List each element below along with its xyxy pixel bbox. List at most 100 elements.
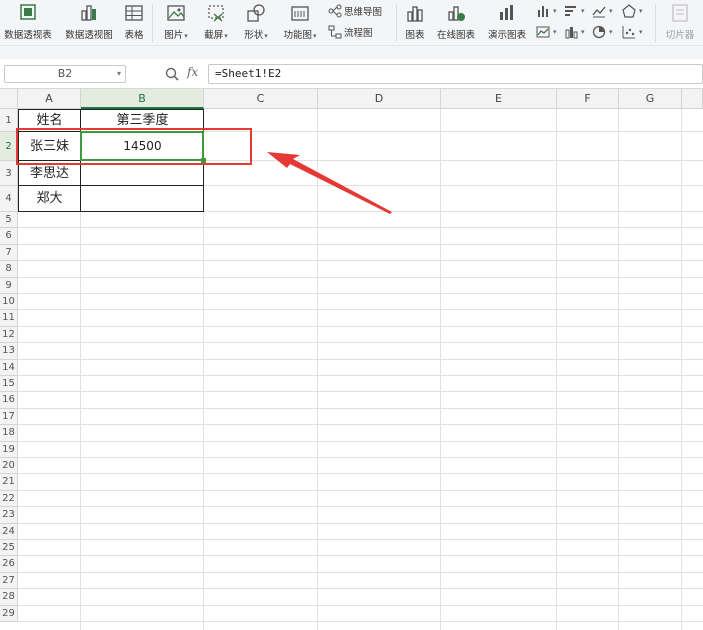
row-header-6[interactable]: 6 <box>0 228 18 245</box>
area-chart-icon <box>536 26 550 38</box>
row-header-5[interactable]: 5 <box>0 212 18 229</box>
row-header-20[interactable]: 20 <box>0 458 18 475</box>
function-chart-button[interactable]: 功能图▾ <box>278 0 322 46</box>
row-header-25[interactable]: 25 <box>0 540 18 557</box>
row-gridline <box>18 227 703 229</box>
scatter-chart-dropdown[interactable]: ▾ <box>622 23 643 41</box>
row-header-17[interactable]: 17 <box>0 408 18 426</box>
row-gridline <box>18 342 703 344</box>
row-gridline <box>18 506 703 508</box>
row-header-26[interactable]: 26 <box>0 556 18 573</box>
row-header-16[interactable]: 16 <box>0 392 18 409</box>
slicer-button[interactable]: 切片器 <box>660 0 700 46</box>
row-gridline <box>18 309 703 311</box>
row-header-27[interactable]: 27 <box>0 572 18 590</box>
column-header-e[interactable]: E <box>441 89 557 109</box>
shapes-button[interactable]: 形状▾ <box>238 0 274 46</box>
ribbon-spacer <box>0 46 703 59</box>
mind-map-button[interactable]: 思维导图 <box>328 2 382 20</box>
row-gridline <box>18 424 703 426</box>
pivot-table-button[interactable]: 数据透视表 <box>0 0 56 46</box>
pie-chart-dropdown[interactable]: ▾ <box>592 23 613 41</box>
function-chart-icon <box>291 6 309 21</box>
chevron-down-icon[interactable]: ▾ <box>117 66 121 82</box>
row-gridline <box>18 539 703 540</box>
row-header-15[interactable]: 15 <box>0 376 18 393</box>
column-header-a[interactable]: A <box>18 89 81 109</box>
column-gridline <box>681 109 682 630</box>
online-chart-icon <box>448 6 465 21</box>
name-box[interactable]: B2 ▾ <box>4 65 126 83</box>
row-header-21[interactable]: 21 <box>0 474 18 491</box>
online-chart-button[interactable]: 在线图表 <box>432 0 480 46</box>
bar-chart-icon <box>565 6 576 16</box>
fx-button[interactable]: fx <box>187 65 198 79</box>
row-header-12[interactable]: 12 <box>0 326 18 344</box>
row-gridline <box>18 260 703 262</box>
demo-chart-icon <box>500 5 513 20</box>
zoom-icon[interactable] <box>165 67 179 81</box>
row-gridline <box>18 621 703 622</box>
column-gridline <box>317 109 318 630</box>
row-gridline <box>18 440 703 442</box>
pivot-chart-button[interactable]: 数据透视图 <box>60 0 118 46</box>
column-header-b[interactable]: B <box>81 89 204 109</box>
row-gridline <box>18 555 703 557</box>
row-header-28[interactable]: 28 <box>0 589 18 606</box>
picture-icon <box>167 5 185 21</box>
row-gridline <box>18 407 703 409</box>
chart-button[interactable]: 图表 <box>400 0 430 46</box>
column-header-c[interactable]: C <box>204 89 318 109</box>
formula-bar: B2 ▾ fx =Sheet1!E2 <box>0 59 703 89</box>
pentagon-chart-icon <box>622 4 636 18</box>
column-chart-dropdown[interactable]: ▾ <box>536 2 557 20</box>
column-header-g[interactable]: G <box>619 89 682 109</box>
pivot-chart-icon <box>81 5 96 21</box>
column-header-f[interactable]: F <box>557 89 619 109</box>
row-header-9[interactable]: 9 <box>0 277 18 294</box>
line-chart-dropdown[interactable]: ▾ <box>592 2 613 20</box>
row-gridline <box>18 604 703 606</box>
demo-chart-button[interactable]: 演示图表 <box>484 0 530 46</box>
scatter-chart-icon <box>622 26 635 39</box>
row-header-18[interactable]: 18 <box>0 425 18 442</box>
row-header-19[interactable]: 19 <box>0 441 18 458</box>
cell-a4[interactable]: 郑大 <box>18 186 81 212</box>
stock-chart-dropdown[interactable]: ▾ <box>564 23 585 41</box>
bar-chart-dropdown[interactable]: ▾ <box>564 2 585 20</box>
area-chart-dropdown[interactable]: ▾ <box>536 23 557 41</box>
row-header-4[interactable]: 4 <box>0 186 18 212</box>
picture-button[interactable]: 图片▾ <box>158 0 194 46</box>
column-gridline <box>440 109 441 630</box>
row-header-13[interactable]: 13 <box>0 343 18 360</box>
row-gridline <box>18 571 703 573</box>
row-header-29[interactable]: 29 <box>0 605 18 622</box>
table-button[interactable]: 表格 <box>120 0 148 46</box>
ribbon-toolbar: 数据透视表 数据透视图 表格 图片▾ 截屏▾ 形状▾ 功能图▾ 思维导图 流程图… <box>0 0 703 46</box>
pie-chart-icon <box>592 25 606 39</box>
row-header-11[interactable]: 11 <box>0 310 18 327</box>
ribbon-separator <box>152 4 153 42</box>
select-all-corner[interactable] <box>0 89 18 109</box>
spreadsheet-grid[interactable]: ABCDEFG 1 2 3 4 5 6 7 8 9 10 11 12 13 14 15 16 17 18 19 20 2… <box>0 89 703 630</box>
row-gridline <box>18 276 703 278</box>
row-header-22[interactable]: 22 <box>0 490 18 508</box>
row-gridline <box>18 588 703 590</box>
column-gridline <box>618 109 619 630</box>
other-chart-dropdown[interactable]: ▾ <box>622 2 643 20</box>
screenshot-button[interactable]: 截屏▾ <box>198 0 234 46</box>
formula-input[interactable]: =Sheet1!E2 <box>208 64 703 84</box>
flowchart-button[interactable]: 流程图 <box>328 23 373 41</box>
row-header-7[interactable]: 7 <box>0 244 18 262</box>
row-gridline <box>18 293 703 294</box>
row-header-23[interactable]: 23 <box>0 507 18 524</box>
flowchart-icon <box>328 25 342 39</box>
table-icon <box>125 5 143 21</box>
column-header-d[interactable]: D <box>318 89 441 109</box>
row-header-24[interactable]: 24 <box>0 523 18 540</box>
column-header-filler <box>682 89 703 109</box>
mind-map-icon <box>328 4 342 18</box>
row-header-14[interactable]: 14 <box>0 359 18 376</box>
row-header-10[interactable]: 10 <box>0 294 18 311</box>
row-header-8[interactable]: 8 <box>0 261 18 278</box>
